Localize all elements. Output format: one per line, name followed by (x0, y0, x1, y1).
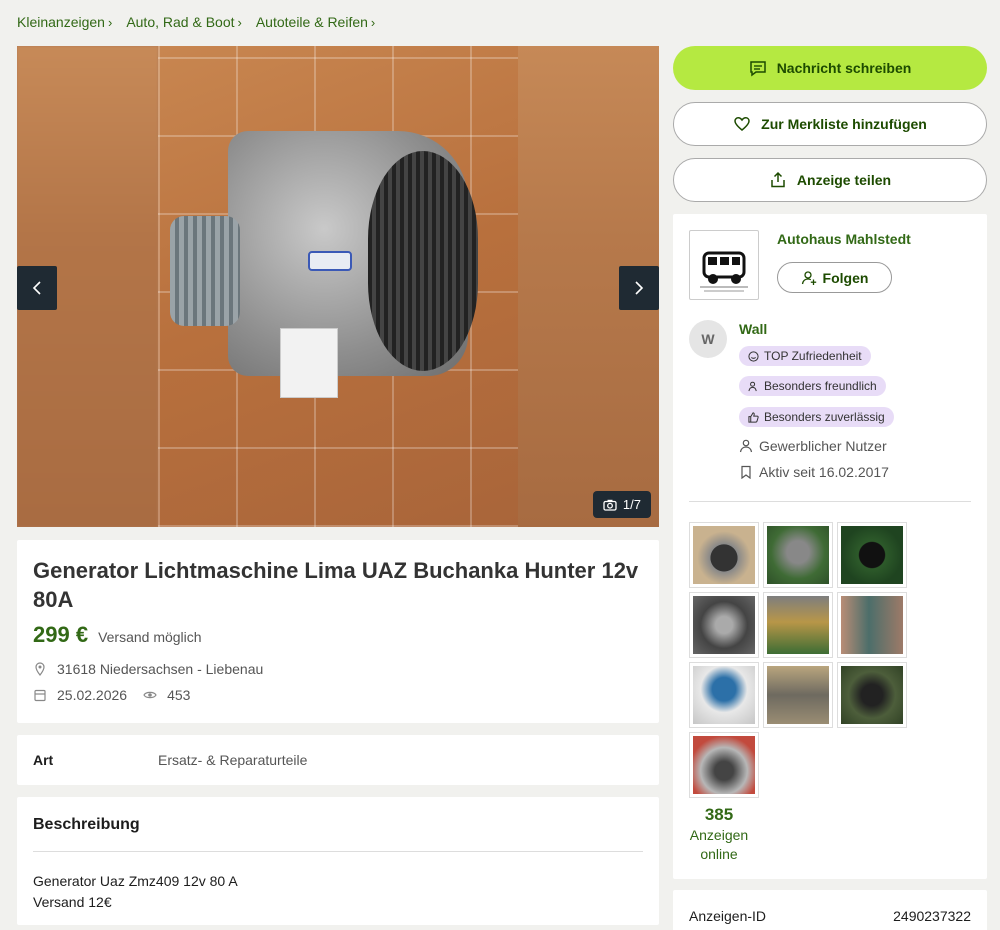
gallery-next-button[interactable] (619, 266, 659, 310)
description-heading: Beschreibung (33, 816, 140, 833)
breadcrumb: Kleinanzeigen › Auto, Rad & Boot › Autotei… (17, 14, 389, 30)
listing-price: 299 € (33, 622, 89, 647)
chevron-left-icon (32, 281, 41, 295)
eye-icon (143, 691, 157, 699)
seller-ad-thumbnail[interactable] (763, 522, 833, 588)
seller-ads-grid (689, 522, 911, 798)
divider (33, 851, 643, 852)
follow-button[interactable]: Folgen (777, 262, 892, 293)
smiley-icon (748, 350, 759, 362)
ad-id-card: Anzeigen-ID 2490237322 (673, 890, 987, 930)
breadcrumb-label: Autoteile & Reifen (255, 14, 368, 30)
date-views-row: 25.02.2026 453 (33, 687, 643, 703)
image-counter: 1/7 (592, 491, 651, 518)
avatar[interactable]: W (689, 320, 727, 358)
heart-icon (734, 117, 750, 131)
chevron-right-icon: › (107, 14, 113, 30)
thumbs-up-icon (748, 411, 759, 423)
camera-icon (603, 499, 617, 511)
seller-ad-thumbnail[interactable] (763, 662, 833, 728)
store-logo-graphic (700, 251, 748, 292)
seller-ad-thumbnail[interactable] (689, 732, 759, 798)
seller-ads-label[interactable]: Anzeigen online (689, 826, 749, 864)
description-line: Versand 12€ (33, 894, 112, 910)
active-since-label: Aktiv seit 16.02.2017 (759, 464, 889, 480)
badge-friendly: Besonders freundlich (739, 376, 886, 396)
seller-user-name[interactable]: Wall (739, 321, 767, 337)
seller-ad-thumbnail[interactable] (837, 662, 907, 728)
share-ad-label: Anzeige teilen (796, 172, 892, 188)
chevron-right-icon (635, 281, 644, 295)
description-line: Generator Uaz Zmz409 12v 80 A (33, 873, 238, 889)
description-text: Generator Uaz Zmz409 12v 80 A Versand 12… (33, 871, 643, 913)
badge-label: Besonders freundlich (764, 379, 877, 393)
seller-ad-thumbnail[interactable] (689, 662, 759, 728)
seller-ads-count[interactable]: 385 (689, 805, 749, 825)
alternator-sticker-shape (280, 328, 338, 398)
description-card: Beschreibung Generator Uaz Zmz409 12v 80… (17, 797, 659, 925)
breadcrumb-item-kleinanzeigen[interactable]: Kleinanzeigen › (17, 14, 112, 30)
image-gallery[interactable]: 1/7 (17, 46, 659, 527)
attribute-value: Ersatz- & Reparaturteile (158, 752, 308, 768)
listing-date: 25.02.2026 (57, 687, 128, 703)
badge-reliable: Besonders zuverlässig (739, 407, 894, 427)
listing-photo[interactable] (158, 46, 518, 527)
location-pin-icon (35, 662, 45, 676)
badge-label: Besonders zuverlässig (764, 410, 885, 424)
user-icon (739, 439, 753, 453)
image-counter-text: 1/7 (622, 497, 641, 512)
share-icon (771, 171, 785, 188)
wave-hand-icon (748, 381, 757, 391)
message-icon (749, 61, 766, 77)
alternator-label-shape (308, 251, 352, 271)
listing-summary-card: Generator Lichtmaschine Lima UAZ Buchank… (17, 540, 659, 723)
add-to-watchlist-button[interactable]: Zur Merkliste hinzufügen (673, 102, 987, 146)
chevron-right-icon: › (237, 14, 242, 30)
add-to-watchlist-label: Zur Merkliste hinzufügen (761, 116, 927, 132)
store-name[interactable]: Autohaus Mahlstedt (777, 231, 911, 247)
attributes-card: Art Ersatz- & Reparaturteile (17, 735, 659, 785)
user-type: Gewerblicher Nutzer (739, 438, 887, 454)
ad-id-value: 2490237322 (893, 908, 971, 924)
alternator-fan-shape (368, 151, 478, 371)
store-logo[interactable] (689, 230, 759, 300)
follow-user-icon (801, 270, 816, 285)
seller-ad-thumbnail[interactable] (689, 592, 759, 658)
share-ad-button[interactable]: Anzeige teilen (673, 158, 987, 202)
seller-ad-thumbnail[interactable] (837, 592, 907, 658)
breadcrumb-item-autoteile[interactable]: Autoteile & Reifen › (256, 14, 375, 30)
seller-ad-thumbnail[interactable] (763, 592, 833, 658)
seller-card: Autohaus Mahlstedt Folgen W Wall TOP Zuf… (673, 214, 987, 879)
bookmark-icon (741, 465, 751, 479)
badge-top-satisfaction: TOP Zufriedenheit (739, 346, 871, 366)
listing-location: 31618 Niedersachsen - Liebenau (57, 661, 264, 677)
send-message-button[interactable]: Nachricht schreiben (673, 46, 987, 90)
active-since: Aktiv seit 16.02.2017 (739, 464, 889, 480)
alternator-pulley-shape (170, 216, 240, 326)
breadcrumb-item-auto[interactable]: Auto, Rad & Boot › (126, 14, 242, 30)
send-message-label: Nachricht schreiben (776, 60, 912, 76)
listing-title: Generator Lichtmaschine Lima UAZ Buchank… (33, 558, 639, 612)
listing-views: 453 (167, 687, 191, 703)
shipping-info: Versand möglich (98, 629, 202, 645)
follow-label: Folgen (822, 269, 869, 286)
ad-id-label: Anzeigen-ID (689, 908, 767, 924)
breadcrumb-label: Auto, Rad & Boot (126, 14, 235, 30)
user-type-label: Gewerblicher Nutzer (759, 438, 887, 454)
badge-label: TOP Zufriedenheit (764, 349, 862, 363)
seller-ad-thumbnail[interactable] (689, 522, 759, 588)
location-row: 31618 Niedersachsen - Liebenau (33, 661, 643, 677)
attribute-key: Art (33, 752, 54, 768)
breadcrumb-label: Kleinanzeigen (17, 14, 105, 30)
calendar-icon (34, 689, 46, 702)
seller-ad-thumbnail[interactable] (837, 522, 907, 588)
chevron-right-icon: › (370, 14, 376, 30)
divider (689, 501, 971, 502)
gallery-prev-button[interactable] (17, 266, 57, 310)
